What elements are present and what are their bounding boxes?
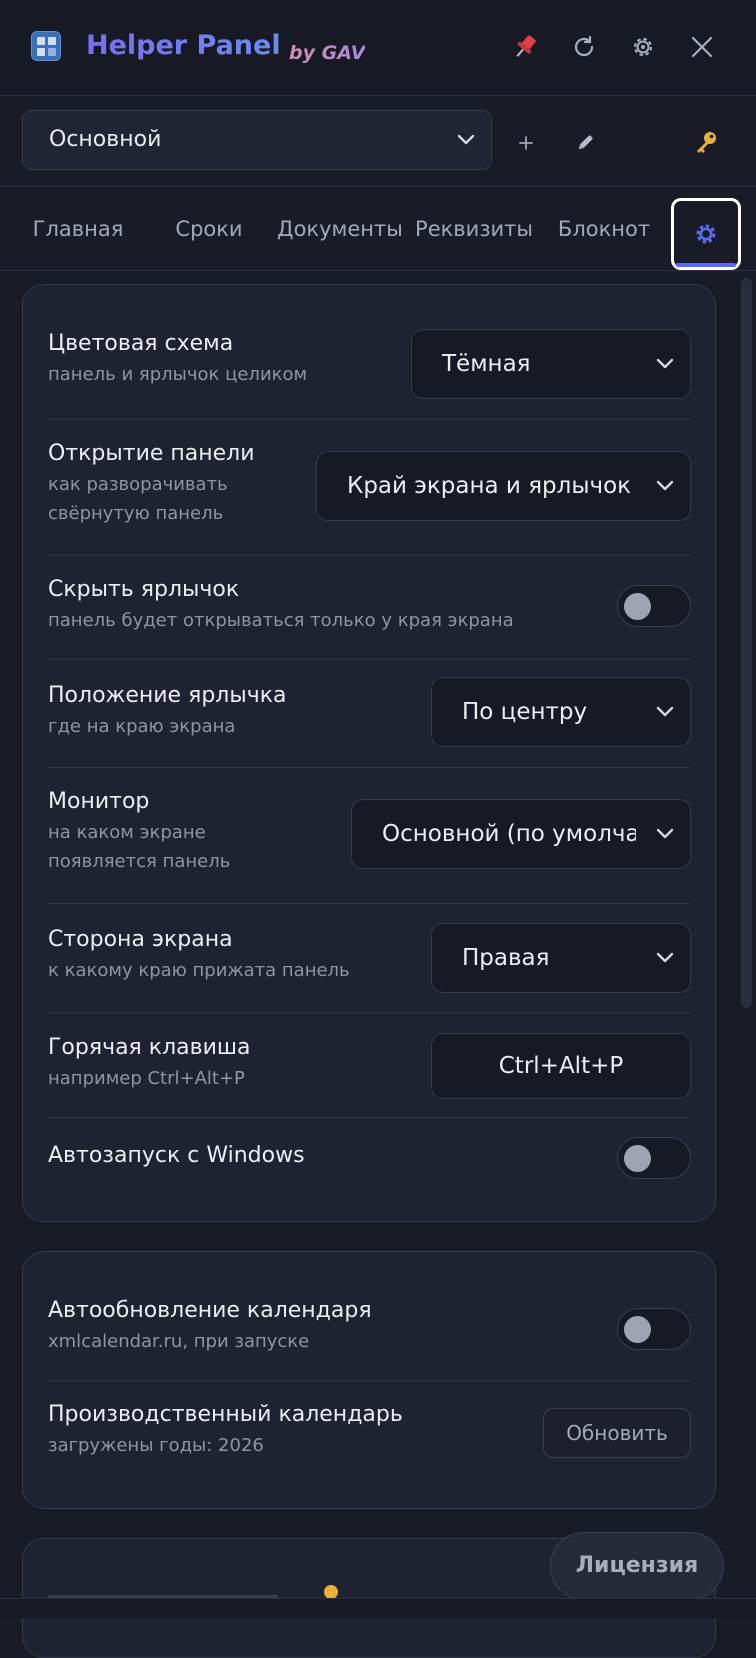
chevron-down-icon [457,134,475,145]
gear-icon[interactable] [626,30,660,64]
pin-icon[interactable] [508,30,542,64]
toggle-knob [624,1145,651,1172]
setting-desc: xmlcalendar.ru, при запуске [48,1331,310,1352]
tab-home[interactable]: Главная [20,187,136,271]
divider [48,767,690,768]
divider [48,1012,690,1013]
select-value: Основной (по умолча [382,821,636,847]
close-icon[interactable] [685,30,719,64]
gear-icon [696,224,716,244]
screen-side-select[interactable]: Правая [431,923,691,993]
select-value: Тёмная [442,351,531,377]
tab-notepad[interactable]: Блокнот [550,187,658,271]
profile-row: Основной [0,96,756,187]
toggle-knob [624,1316,651,1343]
calendar-autoupdate-toggle[interactable] [617,1308,691,1350]
select-value: Правая [462,945,550,971]
key-icon[interactable] [693,130,719,156]
chevron-down-icon [656,828,674,839]
pencil-icon[interactable] [572,130,598,156]
profile-select[interactable]: Основной [22,110,492,170]
setting-hide-tab: Скрыть ярлычок панель будет открываться … [48,577,690,635]
tab-settings[interactable] [671,198,741,270]
chevron-down-icon [656,358,674,369]
app-title: Helper Panel [86,30,281,61]
autostart-toggle[interactable] [617,1137,691,1179]
tab-deadlines[interactable]: Сроки [156,187,262,271]
license-button[interactable]: Лицензия [550,1532,724,1600]
chevron-down-icon [656,706,674,717]
refresh-icon[interactable] [567,30,601,64]
panel-open-select[interactable]: Край экрана и ярлычок [316,451,691,521]
divider [48,903,690,904]
monitor-select[interactable]: Основной (по умолча [351,799,691,869]
chevron-down-icon [656,952,674,963]
settings-card-calendar: Автообновление календаря xmlcalendar.ru,… [22,1251,716,1509]
color-scheme-select[interactable]: Тёмная [411,329,691,399]
select-value: Край экрана и ярлычок [347,473,632,499]
app-logo-icon [31,31,61,61]
divider [48,419,690,420]
hide-tab-toggle[interactable] [617,585,691,627]
active-tab-indicator [676,263,736,267]
divider [48,1117,690,1118]
chevron-down-icon [656,480,674,491]
setting-title: Автообновление календаря [48,1298,372,1323]
tab-requisites[interactable]: Реквизиты [410,187,538,271]
key-icon [324,1585,338,1599]
setting-calendar-autoupdate: Автообновление календаря xmlcalendar.ru,… [48,1298,690,1356]
app-author: by GAV [289,42,366,64]
partial-setting-title [48,1585,288,1599]
divider [48,1380,690,1381]
hotkey-input[interactable]: Ctrl+Alt+P [431,1033,691,1099]
divider [48,555,690,556]
scrollbar[interactable] [741,278,752,1008]
profile-select-value: Основной [49,127,162,152]
tab-bar: Главная Сроки Документы Реквизиты Блокно… [0,187,756,271]
update-calendar-button[interactable]: Обновить [543,1408,691,1458]
plus-icon[interactable] [513,130,539,156]
setting-title: Скрыть ярлычок [48,577,240,602]
settings-card-appearance: Цветовая схема панель и ярлычок целиком … [22,284,716,1222]
setting-title: Автозапуск с Windows [48,1143,305,1168]
bottom-bar [0,1598,756,1618]
tab-position-select[interactable]: По центру [431,677,691,747]
setting-desc: панель будет открываться только у края э… [48,610,514,631]
setting-autostart: Автозапуск с Windows [48,1143,690,1168]
toggle-knob [624,593,651,620]
select-value: По центру [462,699,588,725]
tab-documents[interactable]: Документы [276,187,404,271]
header: Helper Panel by GAV [0,0,756,96]
divider [48,659,690,660]
